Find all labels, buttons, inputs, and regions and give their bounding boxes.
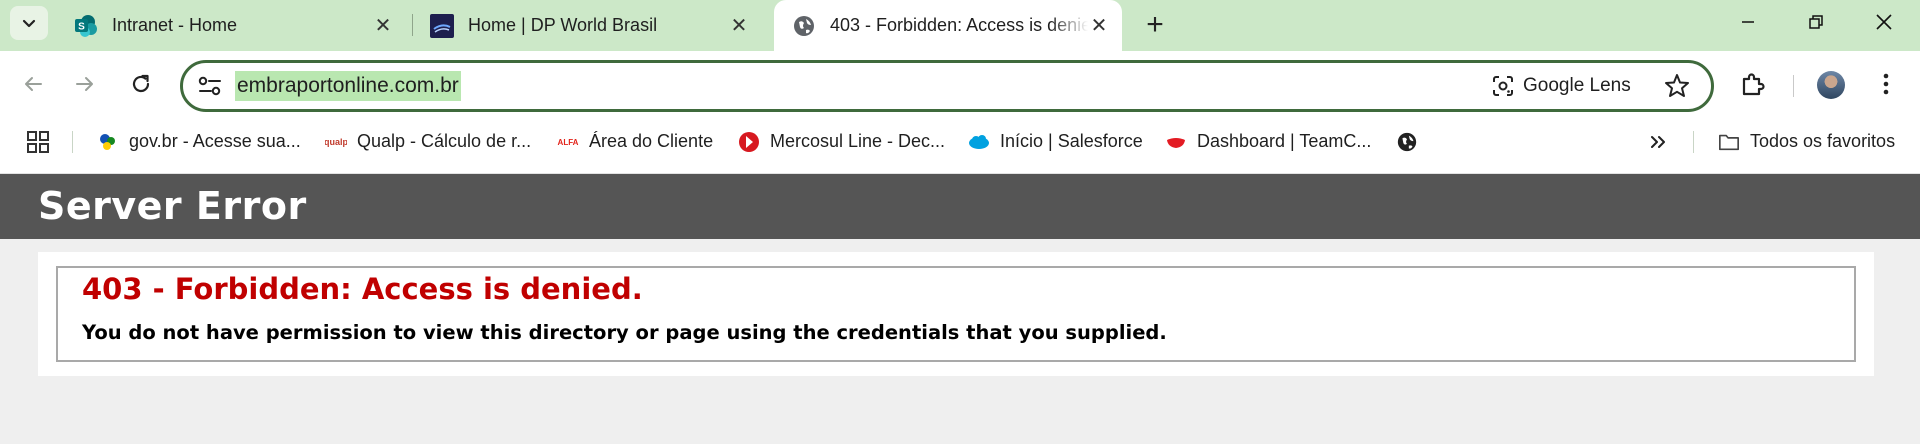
close-tab-icon[interactable]: ✕ <box>728 15 750 37</box>
bookmarks-bar: gov.br - Acesse sua... qualp Qualp - Cál… <box>0 121 1920 174</box>
forward-button[interactable] <box>67 66 103 102</box>
tab-intranet[interactable]: S Intranet - Home ✕ <box>56 0 406 51</box>
tab-title: Intranet - Home <box>112 15 238 35</box>
profile-avatar[interactable] <box>1817 71 1845 99</box>
tab-forbidden[interactable]: 403 - Forbidden: Access is denied. ✕ <box>774 0 1122 51</box>
all-bookmarks-button[interactable]: Todos os favoritos <box>1718 121 1895 162</box>
error-content: 403 - Forbidden: Access is denied. You d… <box>38 252 1874 376</box>
arrow-left-icon <box>25 77 42 91</box>
error-title: 403 - Forbidden: Access is denied. <box>82 272 643 306</box>
close-window-button[interactable] <box>1856 0 1912 44</box>
globe-icon <box>1397 132 1417 151</box>
sharepoint-icon: S <box>75 14 97 37</box>
mercosul-icon <box>739 131 759 152</box>
plus-icon: + <box>1146 8 1164 41</box>
bookmarks-separator <box>1693 131 1694 153</box>
error-message: You do not have permission to view this … <box>82 321 1167 344</box>
page-title: Server Error <box>38 184 307 228</box>
tab-search-button[interactable] <box>10 6 48 40</box>
alfa-icon: ALFA <box>558 138 579 147</box>
tab-title: Home | DP World Brasil <box>468 15 658 35</box>
back-button[interactable] <box>15 66 51 102</box>
bookmark-label: Qualp - Cálculo de r... <box>357 131 532 151</box>
new-tab-button[interactable]: + <box>1138 8 1172 42</box>
dp-world-icon <box>430 13 454 38</box>
minimize-button[interactable] <box>1720 0 1776 44</box>
close-tab-icon[interactable]: ✕ <box>372 15 394 37</box>
tab-strip: S Intranet - Home ✕ Home | DP World Bras… <box>0 0 1920 51</box>
qualp-icon: qualp <box>325 137 347 147</box>
more-bookmarks-button[interactable] <box>1648 121 1668 162</box>
restore-button[interactable] <box>1788 0 1844 44</box>
apps-button[interactable] <box>27 121 49 162</box>
gov-br-icon <box>100 133 115 150</box>
bookmark-label: Início | Salesforce <box>1000 131 1143 151</box>
tab-dp-world[interactable]: Home | DP World Brasil ✕ <box>412 0 762 51</box>
bookmark-salesforce[interactable]: Início | Salesforce <box>968 121 1143 162</box>
google-lens-label: Google Lens <box>1523 75 1631 96</box>
browser-toolbar: embraportonline.com.br Google Lens <box>0 51 1920 121</box>
toolbar-separator <box>1793 75 1794 97</box>
svg-text:S: S <box>78 21 85 32</box>
bookmark-area-cliente[interactable]: ALFA Área do Cliente <box>557 121 714 162</box>
puzzle-piece-icon <box>1742 73 1765 96</box>
bookmarks-separator <box>72 131 73 153</box>
error-fieldset: 403 - Forbidden: Access is denied. You d… <box>56 266 1856 362</box>
svg-text:ALFA: ALFA <box>558 138 579 147</box>
google-lens-icon <box>1493 76 1513 96</box>
folder-icon <box>1719 134 1739 150</box>
menu-button[interactable] <box>1868 66 1904 102</box>
bookmark-label: Área do Cliente <box>589 131 714 151</box>
extensions-button[interactable] <box>1735 66 1771 102</box>
apps-grid-icon <box>27 130 49 153</box>
chevron-down-icon <box>22 19 36 28</box>
bookmark-qualp[interactable]: qualp Qualp - Cálculo de r... <box>325 121 531 162</box>
reload-icon <box>132 74 150 93</box>
tab-title: 403 - Forbidden: Access is denied. <box>830 15 1088 35</box>
site-info-icon[interactable] <box>197 74 223 98</box>
bookmark-label: Dashboard | TeamC... <box>1197 131 1372 151</box>
globe-icon <box>794 15 814 36</box>
salesforce-icon <box>969 134 989 149</box>
all-bookmarks-label: Todos os favoritos <box>1750 131 1896 151</box>
bookmark-mercosul[interactable]: Mercosul Line - Dec... <box>738 121 945 162</box>
bookmark-label: gov.br - Acesse sua... <box>129 131 301 151</box>
double-chevron-right-icon <box>1651 135 1665 148</box>
bookmark-teamc[interactable]: Dashboard | TeamC... <box>1165 121 1371 162</box>
google-lens-button[interactable]: Google Lens <box>1491 71 1631 101</box>
teamc-icon <box>1167 137 1185 148</box>
bookmark-star-icon[interactable] <box>1663 72 1691 100</box>
bookmark-globe[interactable] <box>1396 121 1428 162</box>
close-icon <box>1876 14 1892 30</box>
url-text[interactable]: embraportonline.com.br <box>235 71 461 101</box>
arrow-right-icon <box>76 77 93 91</box>
close-tab-icon[interactable]: ✕ <box>1088 15 1110 37</box>
bookmark-label: Mercosul Line - Dec... <box>770 131 946 151</box>
restore-icon <box>1809 15 1823 29</box>
bookmark-gov-br[interactable]: gov.br - Acesse sua... <box>97 121 301 162</box>
error-page-header: Server Error <box>0 174 1920 239</box>
minimize-icon <box>1742 21 1754 23</box>
svg-text:qualp: qualp <box>325 137 347 147</box>
address-bar[interactable]: embraportonline.com.br Google Lens <box>180 60 1714 112</box>
page-viewport: Server Error 403 - Forbidden: Access is … <box>0 174 1920 444</box>
more-vertical-icon <box>1883 73 1889 95</box>
reload-button[interactable] <box>123 66 159 102</box>
